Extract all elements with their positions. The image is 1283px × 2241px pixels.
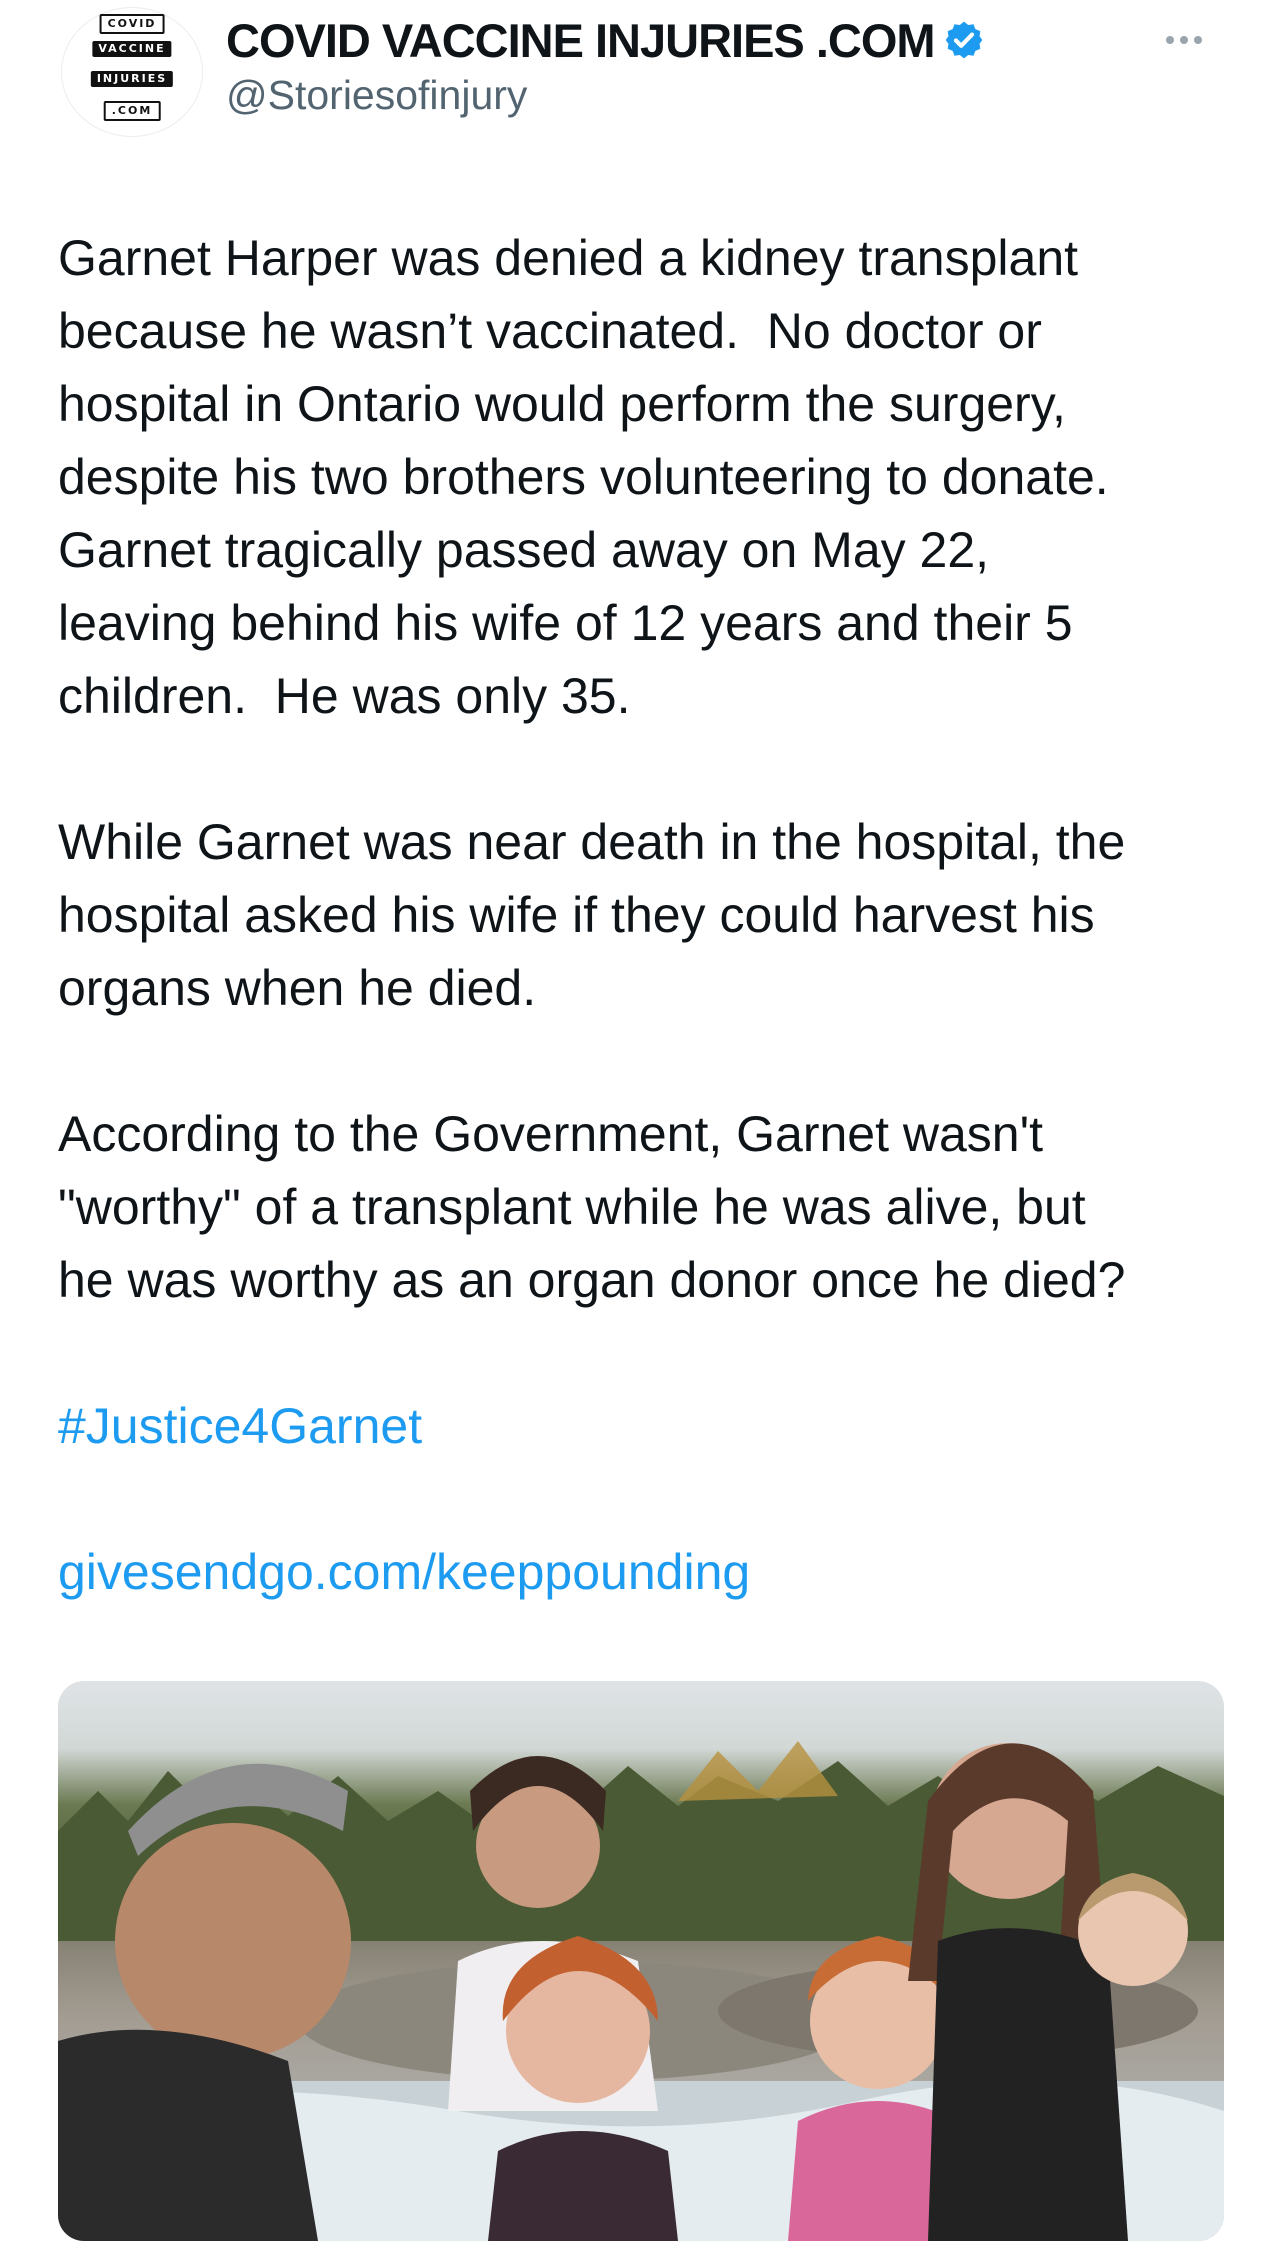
external-link[interactable]: givesendgo.com/keeppounding <box>58 1536 1248 1609</box>
hashtag-link[interactable]: #Justice4Garnet <box>58 1390 1248 1463</box>
tweet-line: hospital in Ontario would perform the su… <box>58 376 1066 432</box>
verified-badge-icon <box>945 21 982 59</box>
logo-word-injuries: INJURIES <box>90 71 174 87</box>
family-photo-icon <box>58 1741 1224 2241</box>
user-handle[interactable]: @Storiesofinjury <box>226 72 985 119</box>
logo-word-vaccine: VACCINE <box>92 41 172 57</box>
tweet-line: he was worthy as an organ donor once he … <box>58 1252 1126 1308</box>
logo-word-covid: COVID <box>99 14 165 34</box>
tweet-line: "worthy" of a transplant while he was al… <box>58 1179 1086 1235</box>
tweet-line: children. He was only 35. <box>58 668 631 724</box>
more-options-icon[interactable] <box>1166 28 1216 52</box>
tweet-line: because he wasn’t vaccinated. No doctor … <box>58 303 1042 359</box>
tweet-line: While Garnet was near death in the hospi… <box>58 814 1126 870</box>
tweet-line: despite his two brothers volunteering to… <box>58 449 1109 505</box>
tweet-line: According to the Government, Garnet wasn… <box>58 1106 1044 1162</box>
tweet-text: Garnet Harper was denied a kidney transp… <box>58 222 1248 1609</box>
author-names: COVID VACCINE INJURIES .COM @Storiesofin… <box>226 12 985 119</box>
tweet-line: hospital asked his wife if they could ha… <box>58 887 1095 943</box>
tweet-line: leaving behind his wife of 12 years and … <box>58 595 1073 651</box>
tweet-photo[interactable] <box>58 1681 1224 2241</box>
tweet-line: Garnet Harper was denied a kidney transp… <box>58 230 1079 286</box>
tweet-line: organs when he died. <box>58 960 537 1016</box>
tweet-header: COVID VACCINE INJURIES .COM COVID VACCIN… <box>0 0 1283 150</box>
logo-word-com: .COM <box>103 101 161 121</box>
display-name[interactable]: COVID VACCINE INJURIES .COM <box>226 13 936 68</box>
tweet-line: Garnet tragically passed away on May 22, <box>58 522 990 578</box>
profile-avatar[interactable]: COVID VACCINE INJURIES .COM <box>62 8 202 136</box>
